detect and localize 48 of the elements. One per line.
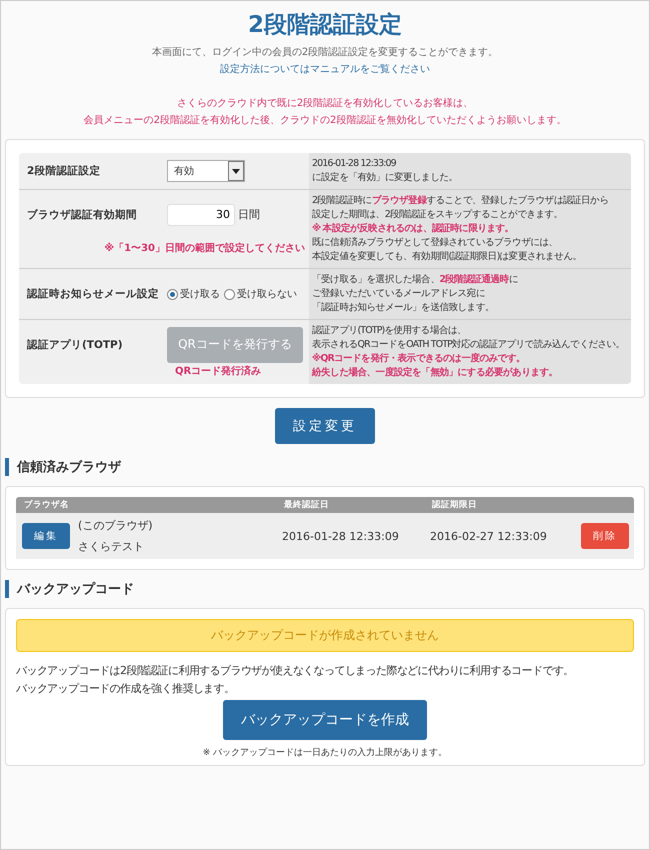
column-header: ブラウザ名 [24, 499, 70, 511]
submit-button[interactable]: 設定変更 [275, 408, 375, 444]
section-heading: バックアップコード [5, 580, 645, 598]
setting-label: 認証アプリ(TOTP) [27, 338, 124, 352]
section-heading: 信頼済みブラウザ [5, 458, 645, 476]
help-text: ご登録いただいているメールアドレス宛に [312, 287, 486, 301]
radio-option[interactable]: 受け取る [167, 287, 220, 301]
help-text: 2段階認証時にブラウザ登録することで、登録したブラウザは認証日から [312, 194, 610, 208]
help-text: 「認証時お知らせメール」を送信致します。 [312, 301, 496, 315]
range-hint: ※「1〜30」日間の範囲で設定してください [103, 241, 305, 254]
help-text: 認証アプリ(TOTP)を使用する場合は、 [312, 324, 468, 338]
help-text: 設定した期間は、2段階認証をスキップすることができます。 [312, 208, 564, 222]
help-text: 紛失した場合、一度設定を「無効」にする必要があります。 [312, 366, 559, 380]
number-field[interactable]: 30 [167, 204, 235, 226]
help-text: 「受け取る」を選択した場合、2段階認証通過時に [312, 273, 519, 287]
description-text: バックアップコードは2段階認証に利用するブラウザが使えなくなってしまった際などに代わりに利用するコードです。 [16, 663, 575, 679]
help-text: 2016-01-28 12:33:09 [312, 157, 397, 171]
delete-button[interactable]: 削除 [581, 523, 629, 549]
alert-banner: バックアップコードが作成されていません [16, 619, 634, 652]
unit-label: 日間 [238, 207, 260, 222]
help-text: ※QRコードを発行・表示できるのは一度のみです。 [312, 352, 526, 366]
column-header: 認証期限日 [432, 499, 478, 511]
edit-button[interactable]: 編集 [22, 523, 70, 549]
footnote-text: ※ バックアップコードは一日あたりの入力上限があります。 [202, 746, 448, 759]
intro-text: 本画面にて、ログイン中の会員の2段階認証設定を変更することができます。 [152, 47, 498, 58]
issued-status: QRコード発行済み [174, 364, 262, 378]
radio-option[interactable]: 受け取らない [224, 287, 297, 301]
setting-label: ブラウザ認証有効期間 [27, 208, 138, 222]
warning-text: 会員メニューの2段階認証を有効化した後、クラウドの2段階認証を無効化していただくようお願いします。 [82, 114, 568, 128]
caret-icon [232, 168, 240, 174]
current-browser-note: (このブラウザ) [78, 518, 153, 533]
warning-text: さくらのクラウド内で既に2段階認証を有効化しているお客様は、 [176, 96, 474, 111]
page-title: 2段階認証設定 [246, 11, 403, 40]
manual-link[interactable]: 設定方法についてはマニュアルをご覧ください [220, 64, 430, 75]
create-backup-button[interactable]: バックアップコードを作成 [223, 700, 427, 740]
table-cell-text: 2016-02-27 12:33:09 [430, 530, 548, 542]
help-text: 本設定値を変更しても、有効期間(認証期限日)は変更されません。 [312, 250, 583, 264]
browser-name: さくらテスト [78, 539, 145, 554]
select-field[interactable]: 有効 [167, 160, 245, 182]
description-text: バックアップコードの作成を強く推奨します。 [16, 681, 236, 697]
help-text: に設定を「有効」に変更しました。 [312, 171, 459, 185]
help-text: 既に信頼済みブラウザとして登録されているブラウザには、 [312, 236, 559, 250]
help-text: ※ 本設定が反映されるのは、認証時に限ります。 [312, 222, 515, 236]
setting-label: 2段階認証設定 [27, 164, 102, 178]
help-text: 表示されるQRコードをOATH TOTP対応の認証アプリで読み込んでください。 [312, 338, 626, 352]
table-cell-text: 2016-01-28 12:33:09 [282, 530, 400, 542]
column-header: 最終認証日 [284, 499, 330, 511]
setting-label: 認証時お知らせメール設定 [27, 287, 160, 301]
